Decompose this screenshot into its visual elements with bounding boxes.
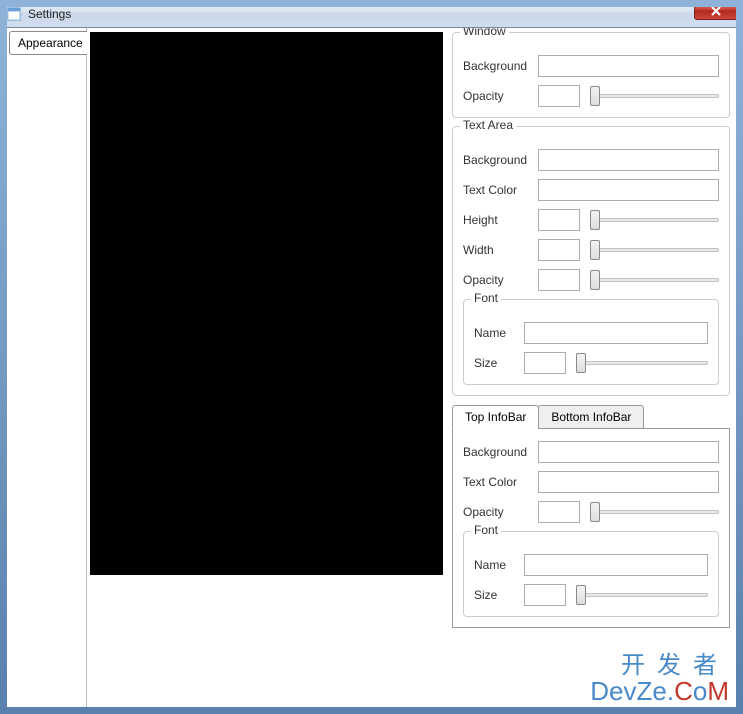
textarea-font-size-label: Size	[474, 356, 524, 370]
infobar-opacity-input[interactable]	[538, 501, 580, 523]
textarea-width-label: Width	[463, 243, 538, 257]
group-textarea-title: Text Area	[460, 118, 516, 132]
side-tabstrip: Appearance	[7, 28, 87, 707]
textarea-font-name-label: Name	[474, 326, 524, 340]
infobar-font-size-label: Size	[474, 588, 524, 602]
client-area: Appearance Window Background Opacity	[7, 28, 736, 707]
infobar-textcolor-label: Text Color	[463, 475, 538, 489]
app-icon	[6, 6, 22, 22]
infobar-opacity-slider[interactable]	[590, 502, 719, 522]
textarea-font-name-input[interactable]	[524, 322, 708, 344]
settings-window: Settings Appearance Window Background Op…	[0, 0, 743, 714]
close-button[interactable]	[694, 2, 738, 20]
preview-box	[90, 32, 443, 575]
textarea-width-input[interactable]	[538, 239, 580, 261]
group-textarea-font: Font Name Size	[463, 299, 719, 385]
infobar-font-name-input[interactable]	[524, 554, 708, 576]
tab-top-infobar[interactable]: Top InfoBar	[452, 405, 539, 429]
window-background-label: Background	[463, 59, 538, 73]
textarea-font-title: Font	[471, 291, 501, 305]
textarea-height-input[interactable]	[538, 209, 580, 231]
group-textarea: Text Area Background Text Color Height W…	[452, 126, 730, 396]
infobar-font-title: Font	[471, 523, 501, 537]
infobar-background-input[interactable]	[538, 441, 719, 463]
group-window: Window Background Opacity	[452, 32, 730, 118]
textarea-textcolor-label: Text Color	[463, 183, 538, 197]
textarea-opacity-slider[interactable]	[590, 270, 719, 290]
textarea-width-slider[interactable]	[590, 240, 719, 260]
textarea-height-label: Height	[463, 213, 538, 227]
titlebar: Settings	[0, 0, 743, 28]
group-infobar-font: Font Name Size	[463, 531, 719, 617]
infobar-tab-content: Background Text Color Opacity Font	[452, 428, 730, 628]
textarea-font-size-input[interactable]	[524, 352, 566, 374]
settings-panel: Window Background Opacity Text Area Back…	[446, 28, 736, 707]
textarea-opacity-input[interactable]	[538, 269, 580, 291]
window-opacity-input[interactable]	[538, 85, 580, 107]
textarea-opacity-label: Opacity	[463, 273, 538, 287]
textarea-background-input[interactable]	[538, 149, 719, 171]
infobar-background-label: Background	[463, 445, 538, 459]
infobar-textcolor-input[interactable]	[538, 471, 719, 493]
tab-appearance[interactable]: Appearance	[9, 31, 87, 55]
tab-bottom-infobar[interactable]: Bottom InfoBar	[538, 405, 644, 429]
window-opacity-label: Opacity	[463, 89, 538, 103]
group-window-title: Window	[460, 28, 509, 38]
textarea-background-label: Background	[463, 153, 538, 167]
infobar-tabhost: Top InfoBar Bottom InfoBar Background Te…	[452, 404, 730, 628]
infobar-opacity-label: Opacity	[463, 505, 538, 519]
infobar-font-name-label: Name	[474, 558, 524, 572]
textarea-font-size-slider[interactable]	[576, 353, 708, 373]
window-background-input[interactable]	[538, 55, 719, 77]
infobar-font-size-slider[interactable]	[576, 585, 708, 605]
preview-pane	[87, 28, 446, 707]
window-title: Settings	[28, 7, 71, 21]
infobar-font-size-input[interactable]	[524, 584, 566, 606]
window-opacity-slider[interactable]	[590, 86, 719, 106]
textarea-height-slider[interactable]	[590, 210, 719, 230]
textarea-textcolor-input[interactable]	[538, 179, 719, 201]
